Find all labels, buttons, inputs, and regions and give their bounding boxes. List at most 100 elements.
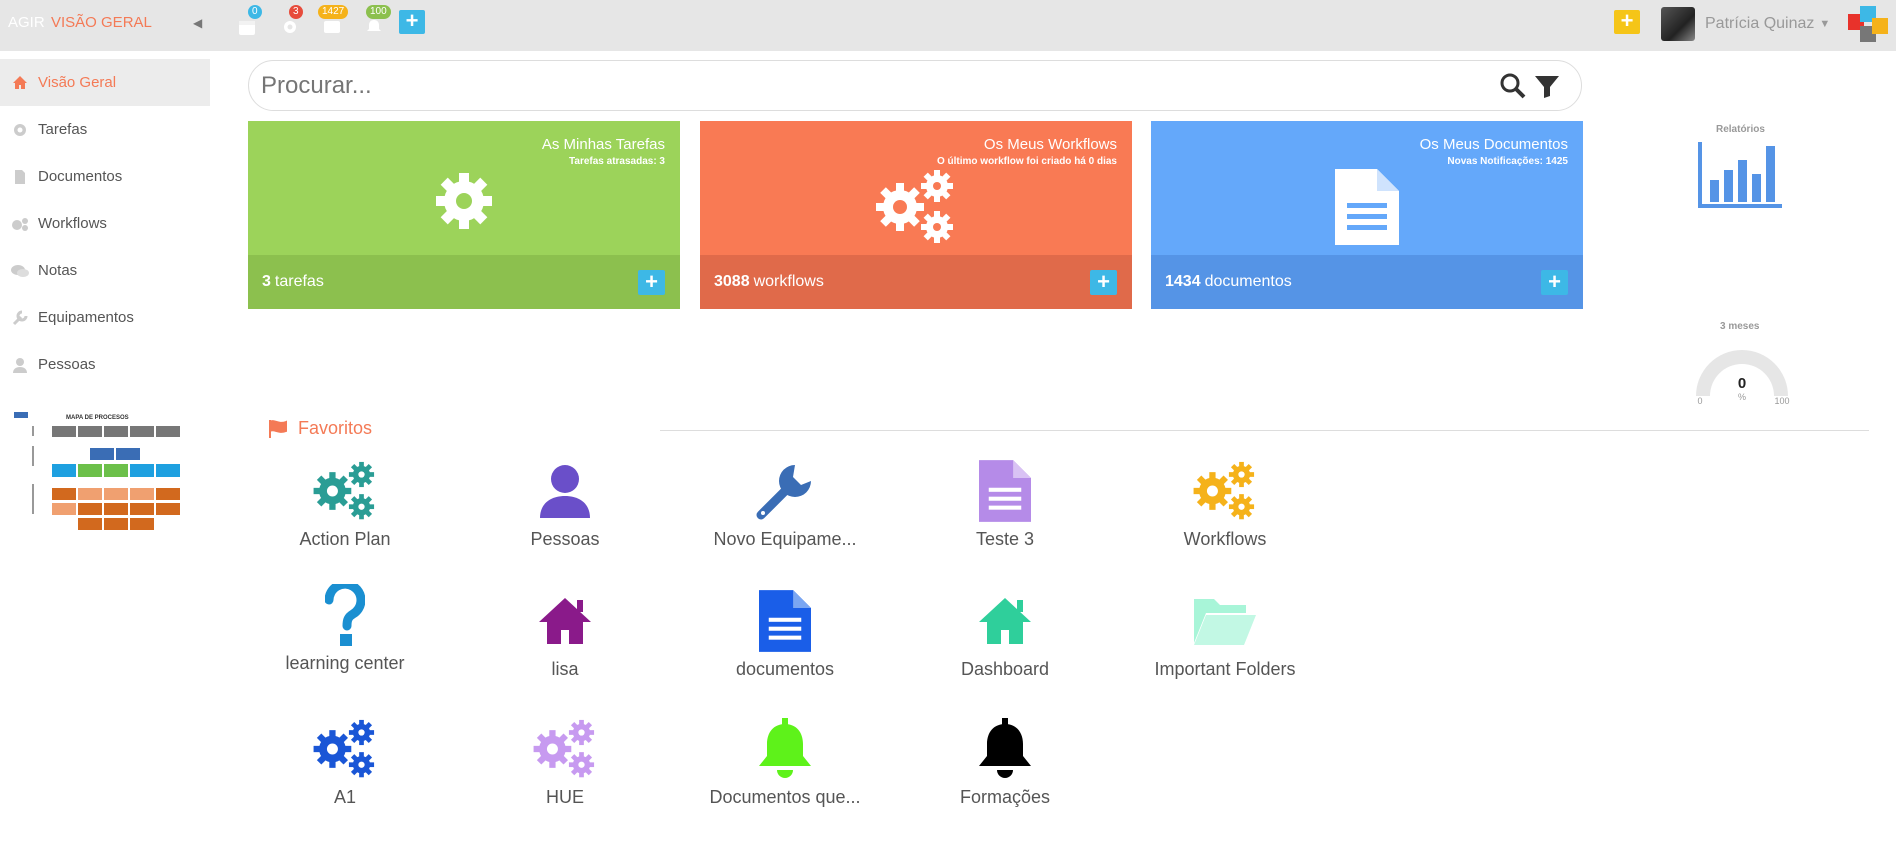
favorite-label: documentos <box>735 659 835 679</box>
document-icon <box>10 167 30 187</box>
search-input[interactable] <box>261 71 1499 100</box>
home-icon <box>905 588 1105 654</box>
quick-add-button[interactable]: + <box>1614 10 1640 34</box>
home-icon <box>465 588 665 654</box>
card-title: Os Meus Documentos <box>1419 136 1568 153</box>
add-workflow-button[interactable]: + <box>1090 270 1117 295</box>
favorites-title: Favoritos <box>298 418 373 438</box>
gauge-max: 100 <box>1774 396 1789 406</box>
favorites-divider <box>660 430 1869 431</box>
favorite-label: Important Folders <box>1154 659 1296 679</box>
gears-icon <box>465 716 665 782</box>
gears-icon <box>245 716 445 782</box>
tasks-count: 3 <box>262 273 271 290</box>
notifications-button[interactable]: 100 <box>360 5 392 39</box>
user-menu[interactable]: Patrícia Quinaz ▼ <box>1661 7 1830 41</box>
favorite-a1[interactable]: A1 <box>245 716 445 808</box>
sidebar-item-label: Equipamentos <box>38 309 134 326</box>
search-icon[interactable] <box>1499 72 1527 100</box>
favorite-novo-equipamento[interactable]: Novo Equipame... <box>685 458 885 550</box>
user-name: Patrícia Quinaz <box>1705 15 1815 32</box>
sidebar-item-visao-geral[interactable]: Visão Geral <box>0 59 210 106</box>
avatar <box>1661 7 1695 41</box>
card-footer: 3088 workflows + <box>700 255 1132 309</box>
sidebar-item-workflows[interactable]: Workflows <box>0 200 210 247</box>
gears-icon <box>700 169 1132 245</box>
card-subtitle: O último workflow foi criado há 0 dias <box>936 156 1117 167</box>
sidebar-item-label: Workflows <box>38 215 107 232</box>
sidebar-item-tarefas[interactable]: Tarefas <box>0 106 210 153</box>
favorite-dashboard[interactable]: Dashboard <box>905 588 1105 680</box>
favorite-teste-3[interactable]: Teste 3 <box>905 458 1105 550</box>
question-icon <box>245 582 445 648</box>
favorite-label: learning center <box>285 653 405 673</box>
calendar-badge: 0 <box>248 5 262 19</box>
search-bar <box>248 60 1582 111</box>
document-icon <box>905 458 1105 524</box>
bell-icon <box>905 716 1105 782</box>
favorite-documentos-que[interactable]: Documentos que... <box>685 716 885 808</box>
workflows-unit: workflows <box>753 273 824 290</box>
app-logo[interactable] <box>1848 6 1892 44</box>
card-subtitle: Tarefas atrasadas: 3 <box>569 156 665 167</box>
gear-icon <box>10 120 30 140</box>
add-task-button[interactable]: + <box>638 270 665 295</box>
favorite-documentos[interactable]: documentos <box>685 588 885 680</box>
add-document-button[interactable]: + <box>1541 270 1568 295</box>
filter-icon[interactable] <box>1533 72 1561 100</box>
gauge-unit: % <box>1738 392 1746 402</box>
gauge-chart: 0 % 0 100 <box>1696 350 1790 406</box>
gauge-min: 0 <box>1697 396 1702 406</box>
favorite-label: Action Plan <box>299 529 391 549</box>
favorite-lisa[interactable]: lisa <box>465 588 665 680</box>
tasks-badge: 3 <box>289 5 303 19</box>
card-my-documents[interactable]: Os Meus Documentos Novas Notificações: 1… <box>1151 121 1583 309</box>
collapse-sidebar-icon[interactable]: ◀ <box>193 16 202 30</box>
documents-count: 1434 <box>1165 273 1201 290</box>
gear-icon <box>284 21 296 33</box>
gauge-value: 0 <box>1738 375 1746 392</box>
calendar-button[interactable]: 0 <box>233 5 265 39</box>
tasks-button[interactable]: 3 <box>276 5 308 39</box>
favorite-action-plan[interactable]: Action Plan <box>245 458 445 550</box>
favorite-important-folders[interactable]: Important Folders <box>1125 588 1325 680</box>
sidebar-item-documentos[interactable]: Documentos <box>0 153 210 200</box>
card-top: Os Meus Documentos Novas Notificações: 1… <box>1151 121 1583 255</box>
calendar-icon <box>239 21 255 35</box>
brand-agir[interactable]: AGIR <box>8 14 45 31</box>
messages-button[interactable]: 1427 <box>318 5 350 39</box>
bar-chart-icon[interactable] <box>1696 140 1784 210</box>
workflows-count: 3088 <box>714 273 750 290</box>
map-title: MAPA DE PROCESOS <box>66 415 129 421</box>
home-icon <box>10 73 30 93</box>
documents-unit: documentos <box>1204 273 1292 290</box>
favorite-formacoes[interactable]: Formações <box>905 716 1105 808</box>
favorite-learning-center[interactable]: learning center <box>245 582 445 674</box>
sidebar-item-equipamentos[interactable]: Equipamentos <box>0 294 210 341</box>
card-footer: 3 tarefas + <box>248 255 680 309</box>
favorite-label: Documentos que... <box>709 787 861 807</box>
add-button[interactable]: + <box>399 10 425 34</box>
user-icon <box>10 355 30 375</box>
favorite-label: lisa <box>551 659 579 679</box>
card-title: As Minhas Tarefas <box>541 136 665 153</box>
sidebar-item-pessoas[interactable]: Pessoas <box>0 341 210 388</box>
favorite-label: Teste 3 <box>975 529 1035 549</box>
sidebar-item-label: Notas <box>38 262 78 279</box>
favorite-pessoas[interactable]: Pessoas <box>465 458 665 550</box>
user-icon <box>465 458 665 524</box>
card-my-tasks[interactable]: As Minhas Tarefas Tarefas atrasadas: 3 3… <box>248 121 680 309</box>
card-my-workflows[interactable]: Os Meus Workflows O último workflow foi … <box>700 121 1132 309</box>
favorite-workflows[interactable]: Workflows <box>1125 458 1325 550</box>
notifications-badge: 100 <box>366 5 391 19</box>
process-map-thumbnail[interactable]: MAPA DE PROCESOS <box>12 410 184 540</box>
comments-icon <box>10 261 30 281</box>
top-bar: AGIR VISÃO GERAL ◀ 0 3 1427 100 + + Patr… <box>0 0 1896 51</box>
messages-badge: 1427 <box>318 5 349 19</box>
sidebar-item-notas[interactable]: Notas <box>0 247 210 294</box>
sidebar-item-label: Tarefas <box>38 121 88 138</box>
gears-icon <box>245 458 445 524</box>
favorite-hue[interactable]: HUE <box>465 716 665 808</box>
card-title: Os Meus Workflows <box>983 136 1117 153</box>
sidebar-item-label: Pessoas <box>38 356 96 373</box>
